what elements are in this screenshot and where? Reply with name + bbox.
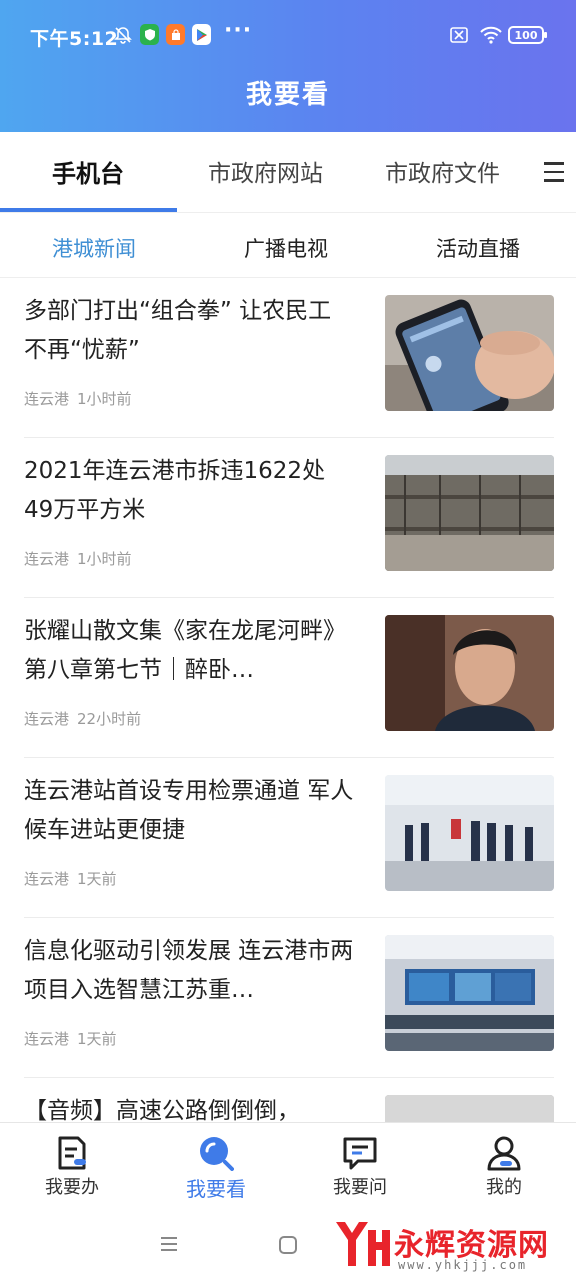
news-thumbnail-phone [385,295,554,411]
tab-city-website[interactable]: 市政府网站 [208,154,323,188]
news-source: 连云港 [24,390,70,408]
sim-off-icon [448,23,470,47]
news-title: 【音频】高速公路倒倒倒， [24,1098,300,1122]
news-source: 连云港 [24,870,70,888]
bottom-nav: 我要办 我要看 我要问 我的 [0,1122,576,1210]
chat-icon [342,1135,378,1171]
tab-phone-station[interactable]: 手机台 [52,154,124,189]
shield-app-icon [140,24,159,45]
document-icon [54,1135,90,1171]
watermark: 永辉资源网 www.yhkjjj.com [332,1214,572,1276]
watermark-url: www.yhkjjj.com [398,1258,528,1272]
mute-bell-icon [112,23,134,47]
header: 下午5:12 ··· 100 我要看 [0,0,576,132]
search-icon [198,1135,234,1171]
news-time: 1小时前 [77,390,132,408]
store-app-icon [166,24,185,45]
status-time: 下午5:12 [30,28,119,50]
nav-label: 我要办 [45,1177,99,1198]
nav-label: 我要看 [186,1177,246,1201]
main-tabs: 手机台 市政府网站 市政府文件 [0,132,576,212]
wifi-icon [478,23,504,47]
tab-city-documents[interactable]: 市政府文件 [385,154,500,188]
watermark-logo-icon [336,1222,390,1266]
news-list: 多部门打出“组合拳” 让农民工不再“忧薪” 连云港 1小时前 2021年连云港市拆… [0,278,576,1122]
subtab-city-news[interactable]: 港城新闻 [52,233,136,263]
status-more-icon: ··· [224,18,253,43]
news-item[interactable]: 张耀山散文集《家在龙尾河畔》第八章第七节｜醉卧… 连云港 22小时前 [24,598,554,758]
news-title: 多部门打出“组合拳” 让农民工不再“忧薪” [24,298,332,363]
news-thumbnail-building [385,455,554,571]
recent-apps-icon[interactable] [160,1236,178,1256]
user-icon [486,1135,522,1171]
battery-indicator: 100 [508,26,547,44]
news-time: 1天前 [77,1030,117,1048]
subtab-live-events[interactable]: 活动直播 [436,233,520,263]
menu-icon[interactable] [544,162,564,182]
news-item[interactable]: 2021年连云港市拆违1622处49万平方米 连云港 1小时前 [24,438,554,598]
news-time: 1天前 [77,870,117,888]
news-time: 22小时前 [77,710,142,728]
news-meta: 连云港 1天前 [24,868,117,889]
sub-tabs: 港城新闻 广播电视 活动直播 [0,212,576,278]
news-source: 连云港 [24,710,70,728]
news-meta: 连云港 1天前 [24,1028,117,1049]
news-thumbnail-portrait [385,615,554,731]
news-meta: 连云港 22小时前 [24,708,141,729]
app-root: 下午5:12 ··· 100 我要看 手机台 市政府网站 市政府文件 港城新闻 … [0,0,576,1280]
nav-item-handle[interactable]: 我要办 [0,1123,144,1211]
news-item[interactable]: 【音频】高速公路倒倒倒， [24,1078,554,1122]
subtab-broadcast-tv[interactable]: 广播电视 [244,233,328,263]
nav-item-ask[interactable]: 我要问 [288,1123,432,1211]
news-title: 2021年连云港市拆违1622处49万平方米 [24,458,326,523]
news-title: 信息化驱动引领发展 连云港市两项目入选智慧江苏重… [24,938,354,1003]
news-source: 连云港 [24,1030,70,1048]
news-source: 连云港 [24,550,70,568]
nav-label: 我的 [486,1177,522,1198]
page-title: 我要看 [245,80,330,110]
home-icon[interactable] [279,1236,297,1258]
news-meta: 连云港 1小时前 [24,388,132,409]
news-title: 连云港站首设专用检票通道 军人候车进站更便捷 [24,778,354,843]
nav-item-watch[interactable]: 我要看 [144,1123,288,1211]
news-time: 1小时前 [77,550,132,568]
news-thumbnail-highway [385,1095,554,1122]
news-item[interactable]: 信息化驱动引领发展 连云港市两项目入选智慧江苏重… 连云港 1天前 [24,918,554,1078]
status-bar: 下午5:12 ··· 100 [0,0,576,70]
news-meta: 连云港 1小时前 [24,548,132,569]
news-title: 张耀山散文集《家在龙尾河畔》第八章第七节｜醉卧… [24,618,346,683]
nav-item-mine[interactable]: 我的 [432,1123,576,1211]
news-item[interactable]: 多部门打出“组合拳” 让农民工不再“忧薪” 连云港 1小时前 [24,278,554,438]
play-store-icon [192,24,211,45]
nav-label: 我要问 [333,1177,387,1198]
news-thumbnail-control-room [385,935,554,1051]
news-thumbnail-station [385,775,554,891]
news-item[interactable]: 连云港站首设专用检票通道 军人候车进站更便捷 连云港 1天前 [24,758,554,918]
